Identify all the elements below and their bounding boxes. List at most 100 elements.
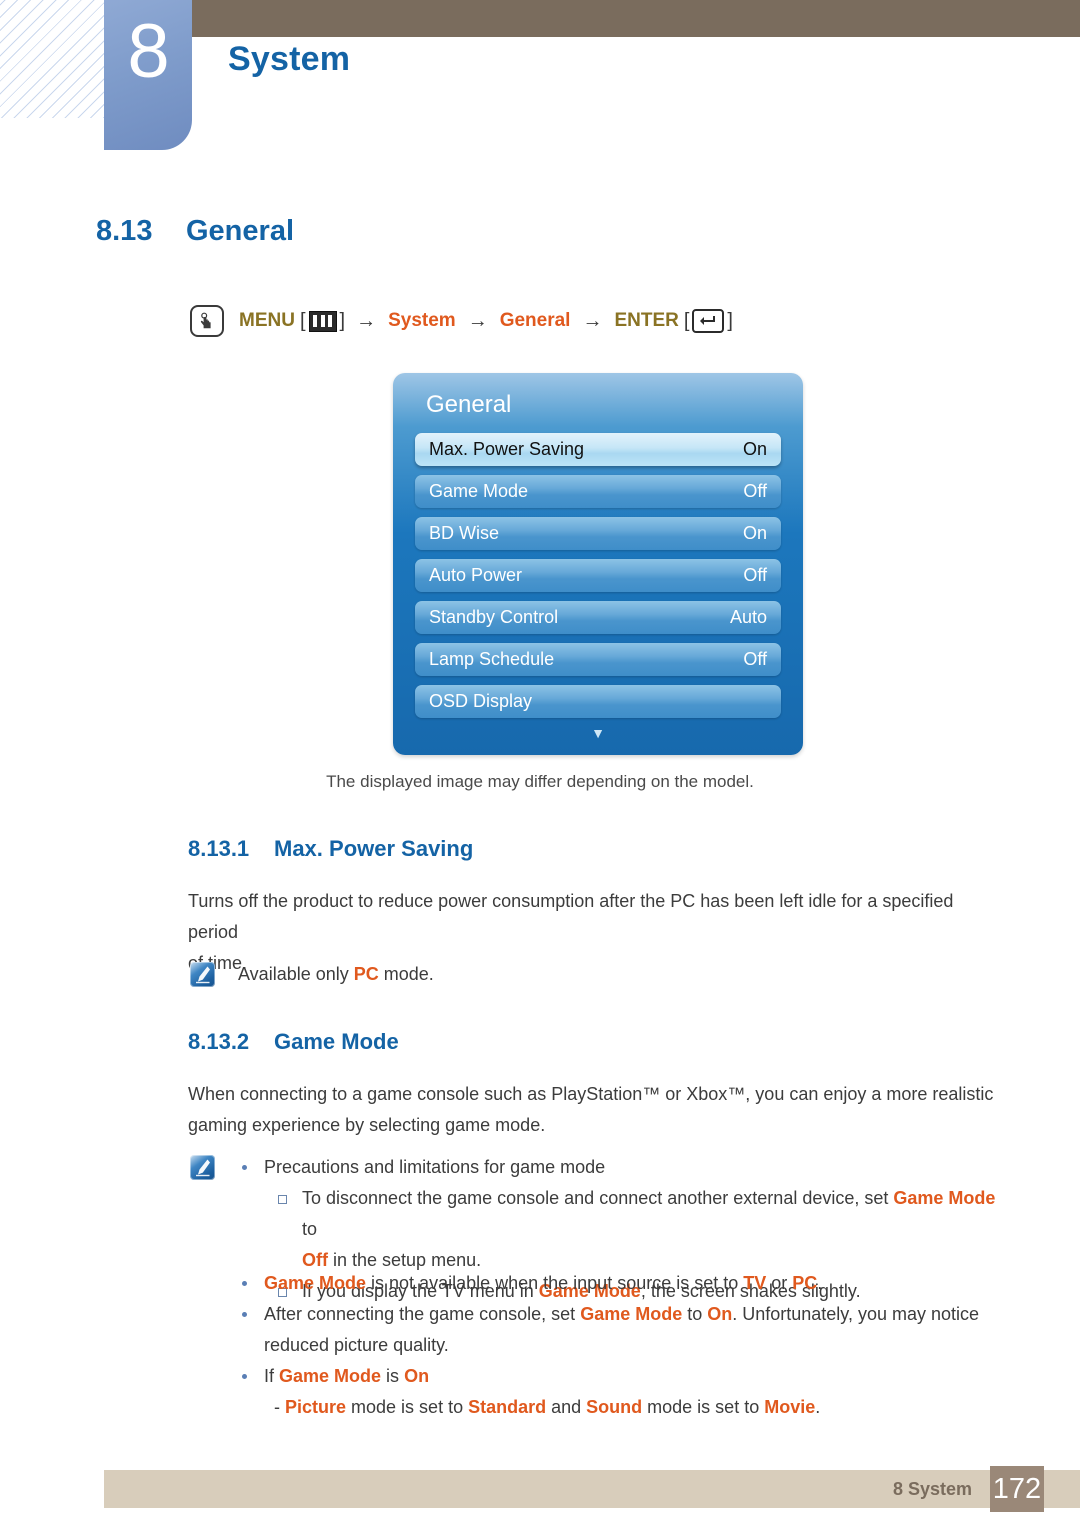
note-pencil-icon [190,1155,215,1180]
section-title: General [186,215,294,247]
osd-row-value: Auto [729,607,767,627]
path-step-system: System [388,310,456,331]
list-item-highlight: Game Mode [893,1188,996,1208]
detail-highlight: Sound [586,1397,643,1417]
list-item-text: is not available when the input source i… [366,1273,744,1293]
detail-highlight: Picture [285,1397,347,1417]
osd-row[interactable]: Max. Power Saving On [415,433,781,466]
game-mode-body: When connecting to a game console such a… [188,1079,1000,1141]
osd-row-value: On [742,523,767,543]
body-line: Turns off the product to reduce power co… [188,891,954,942]
subsection-number: 8.13.1 [188,836,250,861]
osd-row-label: Auto Power [429,565,523,585]
osd-row[interactable]: Standby Control Auto [415,601,781,634]
list-item-highlight: On [707,1304,733,1324]
subsection-heading-game-mode: 8.13.2 Game Mode [188,1029,399,1055]
menu-bars-icon [308,310,337,332]
osd-row-label: OSD Display [429,691,533,711]
max-power-saving-note: Available only PC mode. [238,959,434,989]
list-item-text: Precautions and limitations for game mod… [264,1157,606,1177]
bracket-open-enter: [ [683,309,690,332]
list-item-highlight: On [404,1366,430,1386]
osd-row-value: Off [743,565,767,585]
list-item-text: to [682,1304,708,1324]
path-arrow-2: → [467,309,488,332]
osd-row-label: Lamp Schedule [429,649,555,669]
osd-row[interactable]: Auto Power Off [415,559,781,592]
detail-highlight: Movie [764,1397,816,1417]
list-item-text: . [817,1273,823,1293]
detail-text: . [815,1397,821,1417]
list-item: If Game Mode is On [226,1361,1006,1392]
header-brown-bar [192,0,1080,37]
list-item-text: To disconnect the game console and conne… [302,1188,894,1208]
game-mode-bullet-list: Game Mode is not available when the inpu… [226,1268,1006,1423]
hand-press-icon [190,305,224,337]
list-item-text: . Unfortunately, you may notice [732,1304,980,1324]
path-arrow-1: → [356,309,377,332]
note-highlight: PC [353,964,379,984]
list-item-text: reduced picture quality. [264,1335,449,1355]
osd-menu-title: General [426,391,512,418]
section-heading: 8.13 General [96,215,294,248]
osd-row[interactable]: Lamp Schedule Off [415,643,781,676]
footer-chapter-label: 8 System [892,1479,972,1499]
list-item: After connecting the game console, set G… [226,1299,1006,1361]
osd-caption: The displayed image may differ depending… [326,772,754,791]
path-arrow-3: → [582,309,603,332]
body-line: gaming experience by selecting game mode… [188,1115,546,1135]
osd-row-label: Standby Control [429,607,559,627]
osd-row-value: On [742,439,767,459]
osd-row-label: Game Mode [429,481,529,501]
bracket-close-menu: ] [339,309,346,332]
chapter-number: 8 [127,9,169,94]
hatch-decoration [0,0,104,118]
list-item-text: is [381,1366,405,1386]
list-item-text: After connecting the game console, set [264,1304,581,1324]
detail-text: mode is set to [642,1397,765,1417]
osd-row-label: BD Wise [429,523,500,543]
list-item-highlight: PC [792,1273,818,1293]
section-number: 8.13 [96,215,153,247]
chapter-tab: 8 [104,0,192,150]
osd-menu-screenshot: General Max. Power Saving On Game Mode O… [393,373,803,755]
osd-row-value: Off [743,649,767,669]
subsection-number: 8.13.2 [188,1029,250,1054]
osd-row[interactable]: OSD Display [415,685,781,718]
path-step-general: General [499,310,571,331]
osd-scroll-down-icon[interactable]: ▼ [415,726,781,740]
list-item-highlight: Off [302,1250,328,1270]
list-item: Precautions and limitations for game mod… [226,1152,1006,1183]
subsection-title: Game Mode [274,1029,399,1054]
list-item-highlight: Game Mode [279,1366,382,1386]
list-item-highlight: TV [743,1273,767,1293]
list-item: Game Mode is not available when the inpu… [226,1268,1006,1299]
list-item-text: in the setup menu. [328,1250,482,1270]
enter-key-icon [692,309,725,333]
list-item-text: to [302,1219,318,1239]
detail-highlight: Standard [468,1397,547,1417]
osd-row[interactable]: BD Wise On [415,517,781,550]
bracket-open-menu: [ [299,309,306,332]
page-header: 8 System [0,0,1080,160]
list-item-text: If [264,1366,280,1386]
detail-text: and [546,1397,587,1417]
list-item-detail: - Picture mode is set to Standard and So… [226,1392,1006,1423]
detail-dash: - [274,1397,285,1417]
chapter-title: System [228,40,351,78]
osd-row-value: Off [743,481,767,501]
subsection-title: Max. Power Saving [274,836,474,861]
footer-page-number: 172 [990,1466,1044,1512]
subsection-heading-max-power-saving: 8.13.1 Max. Power Saving [188,836,473,862]
note-pencil-icon [190,962,215,987]
detail-text: mode is set to [346,1397,469,1417]
note-suffix: mode. [378,964,434,984]
osd-row-label: Max. Power Saving [429,439,585,459]
list-item-text: or [766,1273,793,1293]
list-item: To disconnect the game console and conne… [264,1183,1006,1276]
bracket-close-enter: ] [727,309,733,332]
osd-row[interactable]: Game Mode Off [415,475,781,508]
list-item-highlight: Game Mode [264,1273,367,1293]
body-line: When connecting to a game console such a… [188,1084,994,1104]
enter-label: ENTER [614,310,679,331]
